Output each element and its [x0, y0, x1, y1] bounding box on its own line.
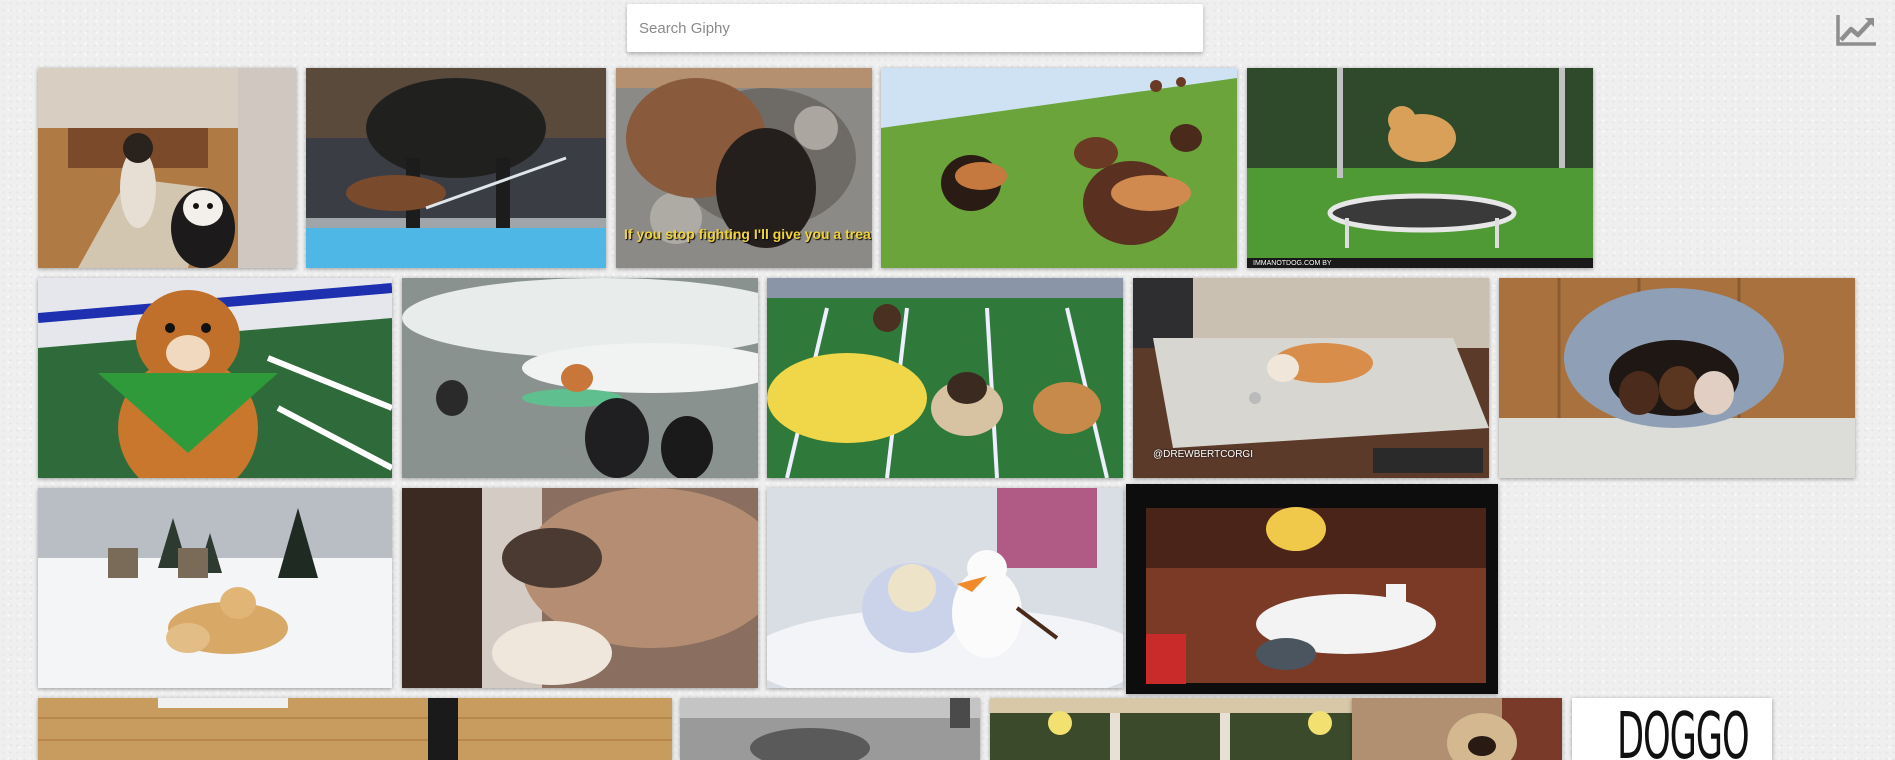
search-box[interactable]	[627, 4, 1203, 52]
gif-tile-party-dogs[interactable]	[990, 698, 1352, 760]
gif-image	[680, 698, 980, 760]
gif-image	[1352, 698, 1562, 760]
gif-tile-shiba-trampoline[interactable]: IMMANOTDOG.COM BY	[1247, 68, 1593, 268]
gif-tile-golden-puppies-snow[interactable]	[38, 488, 392, 688]
gif-tile-dog-olaf[interactable]	[767, 488, 1123, 688]
gif-image	[38, 698, 672, 760]
gif-tile-doggo[interactable]: DOGGO	[1572, 698, 1772, 760]
gif-tile-bw-dog[interactable]	[680, 698, 980, 760]
gif-image	[767, 278, 1123, 478]
gif-image	[767, 488, 1123, 688]
gif-tile-dogs-fighting[interactable]: If you stop fighting I'll give you a tre…	[616, 68, 872, 268]
gif-image	[990, 698, 1352, 760]
search-input[interactable]	[627, 4, 1203, 52]
gif-image	[38, 278, 392, 478]
trending-up-icon	[1836, 15, 1876, 46]
gif-image	[881, 68, 1237, 268]
gif-tile-dog-pool[interactable]	[306, 68, 606, 268]
gif-image	[38, 68, 296, 268]
gif-tile-pug-face[interactable]	[1352, 698, 1562, 760]
gif-image	[306, 68, 606, 268]
gif-tile-pugs-puppy-bowl[interactable]	[767, 278, 1123, 478]
gif-tile-dog-patio[interactable]	[38, 698, 672, 760]
gif-image	[1247, 68, 1593, 268]
gif-image	[1499, 278, 1855, 478]
gif-image	[38, 488, 392, 688]
gif-tile-surfing-corgi[interactable]	[402, 278, 758, 478]
trending-button[interactable]	[1833, 10, 1881, 50]
doggo-text: DOGGO	[1617, 700, 1750, 760]
gif-image	[1133, 278, 1489, 478]
gif-tile-corgi-rug[interactable]: @DREWBERTCORGI	[1133, 278, 1489, 478]
gif-caption: If you stop fighting I'll give you a tre…	[624, 226, 872, 242]
gif-tile-hot-dog-dachshunds[interactable]	[881, 68, 1237, 268]
gif-watermark: IMMANOTDOG.COM BY	[1253, 260, 1332, 267]
gif-tile-dogs-noses[interactable]	[402, 488, 758, 688]
gif-image	[402, 488, 758, 688]
gif-watermark: @DREWBERTCORGI	[1153, 449, 1253, 460]
gif-image	[402, 278, 758, 478]
gif-tile-two-dogs-stairs[interactable]	[38, 68, 296, 268]
gif-image	[1126, 484, 1498, 694]
gif-tile-puppy-bandana[interactable]	[38, 278, 392, 478]
gif-tile-cartoon-dog[interactable]	[1126, 484, 1498, 694]
gif-tile-puppies-bed[interactable]	[1499, 278, 1855, 478]
